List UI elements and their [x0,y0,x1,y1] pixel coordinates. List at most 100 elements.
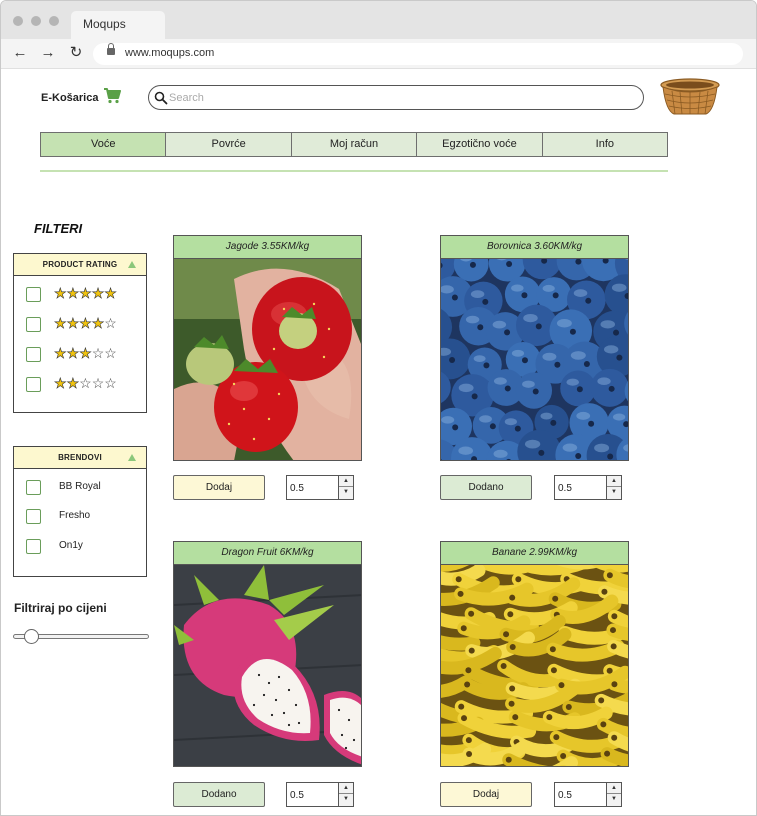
brand-checkbox[interactable] [26,509,41,524]
forward-arrow-icon[interactable]: → [39,42,57,64]
close-window-dot[interactable] [13,16,23,26]
stepper-buttons: ▲ ▼ [606,476,621,499]
star-filled-icon: ★ [66,375,80,392]
decrement-arrow-icon[interactable]: ▼ [607,794,621,805]
menu-item-moj-racun[interactable]: Moj račun [291,133,418,156]
add-to-cart-button[interactable]: Dodaj [173,475,265,500]
quantity-stepper[interactable]: ▲ ▼ [554,475,622,500]
star-filled-icon: ★ [66,345,80,362]
brand-name[interactable]: E-Košarica [41,92,98,104]
main-menu: Voće Povrće Moj račun Egzotično voće Inf… [40,132,668,157]
search-input[interactable] [169,89,629,106]
star-empty-icon: ☆ [79,375,92,391]
quantity-input[interactable] [558,787,603,803]
brands-panel-header[interactable]: BRENDOVI [14,447,146,469]
quantity-stepper[interactable]: ▲ ▼ [286,475,354,500]
maximize-window-dot[interactable] [49,16,59,26]
star-filled-icon: ★ [66,285,80,302]
quantity-stepper[interactable]: ▲ ▼ [554,782,622,807]
bananas-photo[interactable] [440,565,629,767]
rating-checkbox[interactable] [26,347,41,362]
star-empty-icon: ☆ [91,375,105,391]
basket-icon[interactable] [660,77,720,117]
reload-icon[interactable]: ↻ [67,42,85,64]
added-to-cart-button[interactable]: Dodano [173,782,265,807]
star-filled-icon: ★ [79,345,92,362]
star-filled-icon: ★ [54,315,67,332]
rating-panel-header[interactable]: PRODUCT RATING [14,254,146,276]
brand-label: BB Royal [59,481,101,492]
product-title[interactable]: Banane 2.99KM/kg [440,541,629,565]
strawberries-photo[interactable] [173,259,362,461]
increment-arrow-icon[interactable]: ▲ [339,783,353,794]
star-rating-icons: ★★☆☆☆ [54,375,117,392]
menu-item-info[interactable]: Info [542,133,668,156]
stepper-buttons: ▲ ▼ [338,476,353,499]
star-filled-icon: ★ [66,315,80,332]
star-empty-icon: ☆ [104,345,117,361]
add-to-cart-button[interactable]: Dodaj [440,782,532,807]
rating-checkbox[interactable] [26,287,41,302]
star-rating-icons: ★★★★★ [54,285,117,302]
brand-checkbox[interactable] [26,480,41,495]
brands-filter-panel: BRENDOVI BB Royal Fresho On1y [13,446,147,577]
star-filled-icon: ★ [91,315,105,332]
price-filter-title: Filtriraj po cijeni [14,601,107,615]
rating-panel-title: PRODUCT RATING [42,260,118,269]
menu-item-povrce[interactable]: Povrće [166,133,292,156]
minimize-window-dot[interactable] [31,16,41,26]
menu-item-voce[interactable]: Voće [41,133,167,156]
product-title[interactable]: Borovnica 3.60KM/kg [440,235,629,259]
star-empty-icon: ☆ [91,345,105,361]
brands-panel-title: BRENDOVI [58,453,102,462]
menu-item-egzoticno-voce[interactable]: Egzotično voće [417,133,543,156]
star-filled-icon: ★ [54,375,67,392]
decrement-arrow-icon[interactable]: ▼ [339,487,353,498]
rating-filter-panel: PRODUCT RATING ★★★★★ ★★★★☆ ★★★☆☆ ★★☆☆☆ [13,253,147,413]
stepper-buttons: ▲ ▼ [606,783,621,806]
added-to-cart-button[interactable]: Dodano [440,475,532,500]
product-title[interactable]: Dragon Fruit 6KM/kg [173,541,362,565]
increment-arrow-icon[interactable]: ▲ [339,476,353,487]
collapse-triangle-icon[interactable] [128,454,136,461]
cart-icon[interactable] [103,87,121,105]
menu-divider [40,170,668,172]
quantity-stepper[interactable]: ▲ ▼ [286,782,354,807]
rating-checkbox[interactable] [26,317,41,332]
address-bar-row: ← → ↻ www.moqups.com [1,39,756,69]
star-rating-icons: ★★★★☆ [54,315,117,332]
stepper-buttons: ▲ ▼ [338,783,353,806]
lock-icon [107,43,115,55]
filters-title: FILTERI [34,221,83,236]
star-empty-icon: ☆ [104,375,117,391]
decrement-arrow-icon[interactable]: ▼ [339,794,353,805]
url-text[interactable]: www.moqups.com [125,47,214,59]
quantity-input[interactable] [290,480,335,496]
product-card: Banane 2.99KM/kg [440,541,629,767]
star-filled-icon: ★ [104,285,117,302]
increment-arrow-icon[interactable]: ▲ [607,476,621,487]
quantity-input[interactable] [290,787,335,803]
collapse-triangle-icon[interactable] [128,261,136,268]
price-slider[interactable] [13,629,149,644]
blueberries-photo[interactable] [440,259,629,461]
brand-label: On1y [59,540,83,551]
brand-checkbox[interactable] [26,539,41,554]
browser-tab[interactable]: Moqups [71,11,165,39]
price-slider-thumb[interactable] [24,629,39,644]
browser-window: Moqups ← → ↻ www.moqups.com E-Košarica S… [0,0,757,816]
star-filled-icon: ★ [54,285,67,302]
back-arrow-icon[interactable]: ← [11,42,29,64]
star-filled-icon: ★ [79,315,92,332]
product-card: Dragon Fruit 6KM/kg [173,541,362,767]
quantity-input[interactable] [558,480,603,496]
increment-arrow-icon[interactable]: ▲ [607,783,621,794]
star-rating-icons: ★★★☆☆ [54,345,117,362]
decrement-arrow-icon[interactable]: ▼ [607,487,621,498]
product-title[interactable]: Jagode 3.55KM/kg [173,235,362,259]
star-empty-icon: ☆ [104,315,117,331]
rating-checkbox[interactable] [26,377,41,392]
title-bar: Moqups [1,1,756,39]
search-box[interactable] [148,85,644,110]
dragon-fruit-photo[interactable] [173,565,362,767]
